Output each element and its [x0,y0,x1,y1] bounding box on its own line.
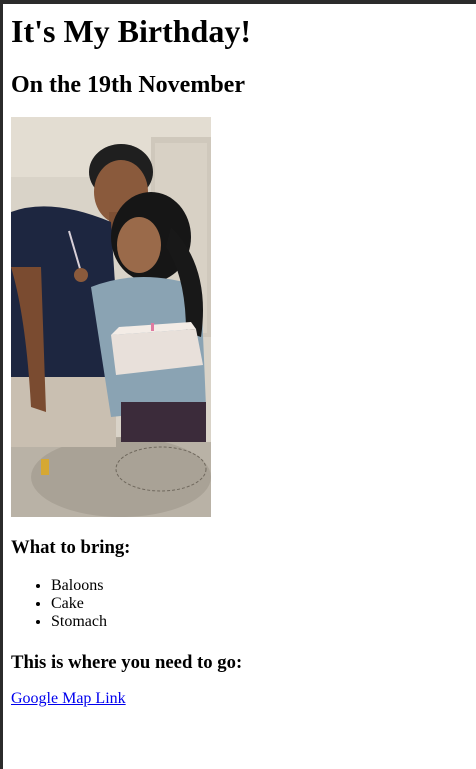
what-to-bring-heading: What to bring: [11,537,131,558]
directions-heading: This is where you need to go: [11,652,243,673]
google-map-link[interactable]: Google Map Link [11,690,126,708]
page-title: It's My Birthday! [11,13,251,49]
browser-viewport: It's My Birthday! On the 19th November W… [0,0,476,769]
list-item: Stomach [51,613,107,631]
birthday-photo [11,117,211,517]
list-item: Cake [51,595,107,613]
bring-list: Baloons Cake Stomach [11,577,107,631]
list-item: Baloons [51,577,107,595]
event-date-heading: On the 19th November [11,72,245,98]
